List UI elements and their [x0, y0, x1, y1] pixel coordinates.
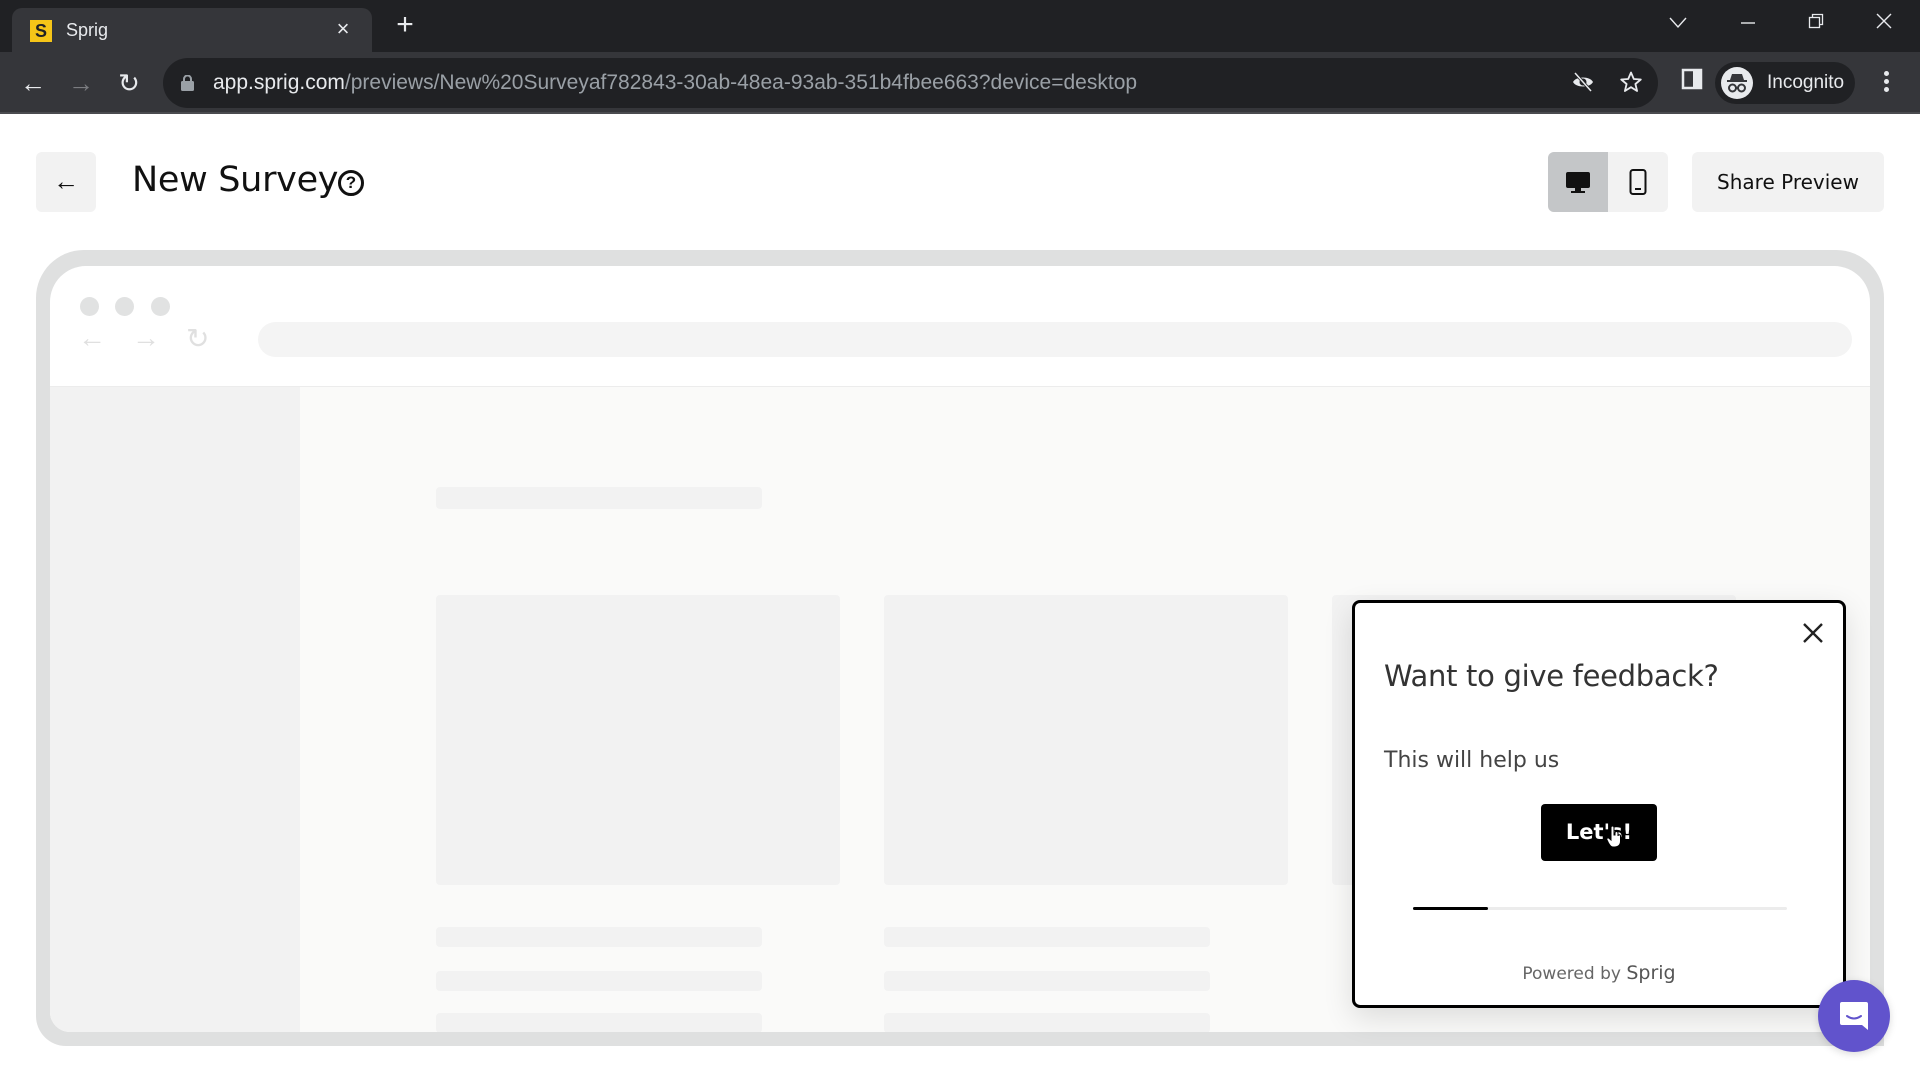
chat-launcher-button[interactable]	[1818, 980, 1890, 1052]
skeleton-line	[884, 927, 1210, 947]
mobile-view-button[interactable]	[1608, 152, 1668, 212]
survey-popup: Want to give feedback? This will help us…	[1352, 600, 1846, 1008]
survey-progress-fill	[1413, 907, 1488, 910]
survey-progress-bar	[1413, 907, 1787, 910]
page-title: New Survey	[132, 160, 339, 200]
survey-start-button[interactable]: Let's!	[1541, 804, 1657, 861]
skeleton-line	[436, 971, 762, 991]
new-tab-button[interactable]: +	[390, 10, 420, 40]
powered-by-sprig[interactable]: Powered by Sprig	[1355, 962, 1843, 984]
browser-toolbar: ← → ↻ app.sprig.com/previews/New%20Surve…	[0, 52, 1920, 114]
skeleton-line	[436, 1013, 762, 1032]
forward-icon[interactable]: →	[64, 66, 98, 100]
url-host: app.sprig.com	[213, 71, 345, 94]
skeleton-line	[884, 971, 1210, 991]
star-icon[interactable]	[1617, 70, 1645, 98]
mock-window-dot	[151, 297, 170, 316]
incognito-icon	[1721, 67, 1753, 99]
survey-description: This will help us	[1384, 748, 1560, 773]
device-toggle	[1548, 152, 1668, 212]
kebab-menu-icon[interactable]	[1876, 68, 1896, 98]
url-path: /previews/New%20Surveyaf782843-30ab-48ea…	[344, 71, 1138, 94]
window-close-icon[interactable]	[1864, 8, 1904, 38]
lock-icon	[181, 75, 194, 91]
incognito-label: Incognito	[1767, 72, 1845, 93]
skeleton-line	[884, 1013, 1210, 1032]
tab-title: Sprig	[66, 20, 109, 40]
help-icon[interactable]: ?	[338, 170, 364, 196]
mock-back-icon: ←	[78, 322, 106, 353]
restore-icon[interactable]	[1796, 8, 1836, 38]
sprig-favicon-icon: S	[30, 20, 52, 42]
powered-by-label: Powered by	[1522, 964, 1621, 984]
share-preview-button[interactable]: Share Preview	[1692, 152, 1884, 212]
url-text[interactable]: app.sprig.com/previews/New%20Surveyaf782…	[213, 71, 1137, 95]
mock-reload-icon: ↻	[186, 323, 210, 354]
mock-window-dot	[80, 297, 99, 316]
skeleton-heading	[436, 487, 762, 509]
desktop-icon	[1566, 172, 1590, 193]
mock-sidebar	[50, 387, 300, 1032]
side-panel-icon[interactable]	[1678, 68, 1706, 96]
skeleton-card	[884, 595, 1288, 885]
mobile-icon	[1629, 169, 1647, 195]
mock-address-bar	[258, 322, 1852, 357]
survey-question-title: Want to give feedback?	[1384, 659, 1719, 693]
hand-cursor-icon	[1606, 826, 1621, 848]
survey-close-icon[interactable]	[1799, 619, 1827, 647]
browser-titlebar: S Sprig × +	[0, 0, 1920, 52]
address-bar[interactable]: app.sprig.com/previews/New%20Surveyaf782…	[163, 58, 1658, 108]
back-button[interactable]: ←	[36, 152, 96, 212]
tab-search-icon[interactable]	[1658, 8, 1698, 38]
desktop-view-button[interactable]	[1548, 152, 1608, 212]
mock-forward-icon: →	[132, 322, 160, 353]
eye-off-icon[interactable]	[1569, 70, 1597, 98]
minimize-icon[interactable]	[1728, 8, 1768, 38]
back-icon[interactable]: ←	[16, 66, 50, 100]
browser-tab[interactable]: S Sprig ×	[12, 8, 372, 52]
incognito-profile-button[interactable]: Incognito	[1715, 62, 1855, 104]
mock-window-dot	[115, 297, 134, 316]
reload-icon[interactable]: ↻	[112, 66, 146, 100]
skeleton-line	[436, 927, 762, 947]
chat-icon	[1840, 1002, 1868, 1030]
skeleton-card	[436, 595, 840, 885]
sprig-logo: Sprig	[1626, 962, 1676, 984]
tab-close-icon[interactable]: ×	[330, 16, 356, 42]
